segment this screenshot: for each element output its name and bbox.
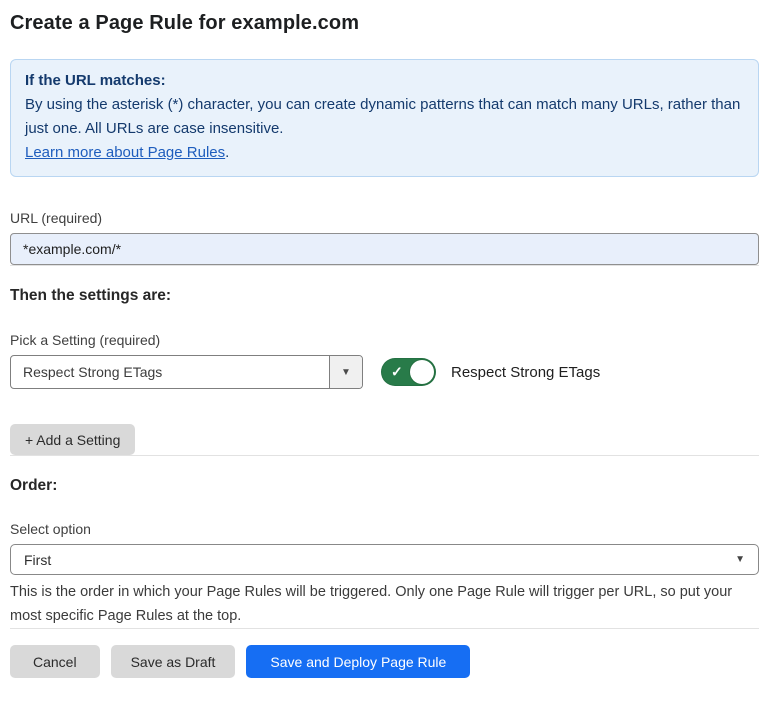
etags-toggle[interactable]: ✓ [381,358,436,386]
pick-setting-label: Pick a Setting (required) [10,332,759,348]
caret-down-icon[interactable]: ▼ [329,356,362,388]
order-heading: Order: [10,477,759,495]
section-divider [10,628,759,629]
order-help-text: This is the order in which your Page Rul… [10,580,759,628]
settings-heading: Then the settings are: [10,287,759,305]
select-option-label: Select option [10,521,759,537]
order-select-value: First [24,552,51,568]
toggle-label: Respect Strong ETags [451,364,600,381]
caret-down-icon: ▼ [735,554,745,565]
info-box-body-text: By using the asterisk (*) character, you… [25,96,740,137]
check-icon: ✓ [391,365,403,379]
caret-glyph: ▼ [341,367,351,378]
info-box-heading: If the URL matches: [25,69,744,93]
footer-actions: Cancel Save as Draft Save and Deploy Pag… [10,645,759,678]
setting-select[interactable]: Respect Strong ETags ▼ [10,355,363,389]
section-divider [10,455,759,456]
cancel-button[interactable]: Cancel [10,645,100,678]
page-rule-form: Create a Page Rule for example.com If th… [0,0,769,678]
section-divider [10,265,759,266]
url-input[interactable] [10,233,759,265]
toggle-knob [410,360,434,384]
info-box-body: By using the asterisk (*) character, you… [25,93,744,165]
add-setting-button[interactable]: + Add a Setting [10,424,135,455]
url-label: URL (required) [10,210,759,226]
order-select[interactable]: First ▼ [10,544,759,575]
learn-more-link[interactable]: Learn more about Page Rules [25,144,225,161]
save-as-draft-button[interactable]: Save as Draft [111,645,236,678]
setting-row: Respect Strong ETags ▼ ✓ Respect Strong … [10,355,759,389]
save-and-deploy-button[interactable]: Save and Deploy Page Rule [246,645,470,678]
setting-select-value: Respect Strong ETags [11,356,329,388]
url-match-info-box: If the URL matches: By using the asteris… [10,59,759,177]
page-title: Create a Page Rule for example.com [10,12,759,35]
link-suffix: . [225,144,229,161]
